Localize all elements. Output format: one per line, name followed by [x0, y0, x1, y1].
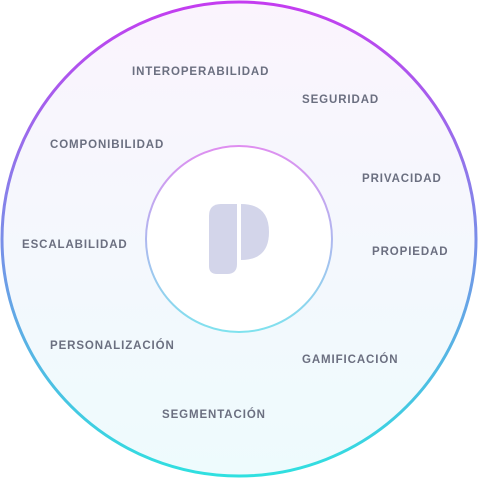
p-logo-icon — [209, 204, 269, 274]
label-componibilidad: COMPONIBILIDAD — [50, 139, 165, 151]
label-segmentacion: SEGMENTACIÓN — [162, 409, 266, 421]
label-escalabilidad: ESCALABILIDAD — [22, 239, 128, 251]
label-privacidad: PRIVACIDAD — [362, 173, 442, 185]
label-seguridad: SEGURIDAD — [302, 94, 380, 106]
diagram: INTEROPERABILIDAD SEGURIDAD COMPONIBILID… — [0, 0, 478, 478]
label-propiedad: PROPIEDAD — [372, 246, 449, 258]
label-interoperabilidad: INTEROPERABILIDAD — [132, 66, 270, 78]
label-gamificacion: GAMIFICACIÓN — [302, 354, 399, 366]
label-personalizacion: PERSONALIZACIÓN — [50, 340, 175, 352]
